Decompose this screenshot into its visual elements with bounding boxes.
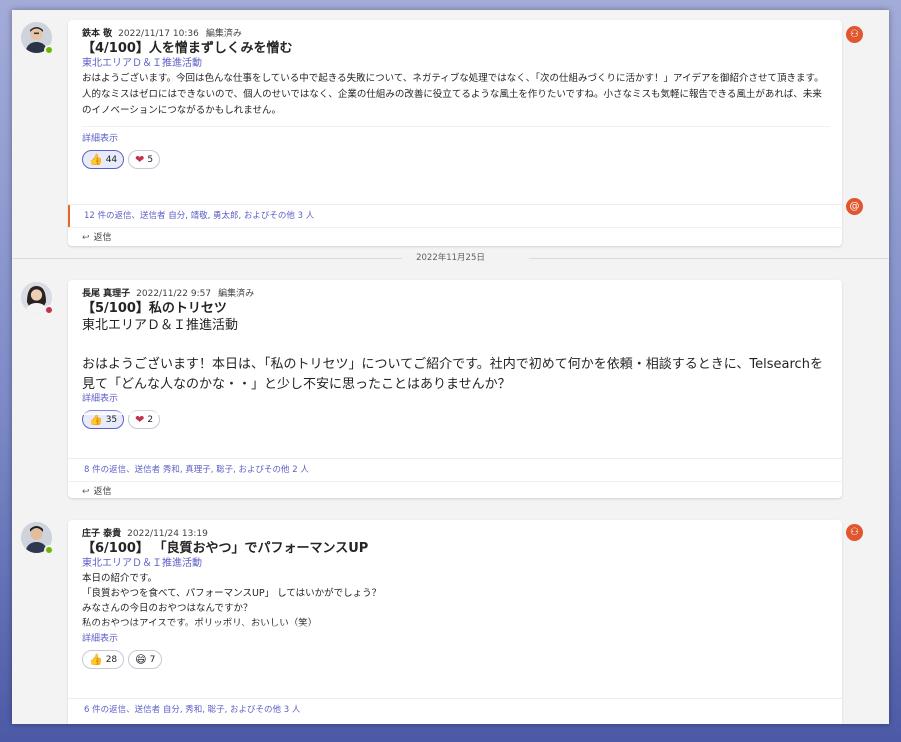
message-body: おはようございます！本日は、「私のトリセツ」についてご紹介です。社内で初めて何か…	[82, 357, 823, 392]
reaction-count: 35	[105, 414, 118, 425]
message-title: 【6/100】 「良質おやつ」でパフォーマンスUP	[82, 541, 369, 556]
reaction-count: 5	[147, 154, 154, 165]
channel-post: 鉄本 敬 2022/11/17 10:36 編集済み 【4/100】人を憎まずしくみ…	[12, 10, 889, 250]
reply-button[interactable]: ↩ 返信	[68, 227, 842, 246]
reaction-like[interactable]: 👍 28	[82, 650, 125, 669]
reply-label: 返信	[93, 233, 112, 243]
see-more-link[interactable]: 詳細表示	[82, 633, 828, 646]
reply-button[interactable]: ↩ 返信	[68, 481, 842, 498]
edited-label: 編集済み	[205, 29, 242, 39]
reaction-count: 2	[147, 414, 154, 425]
reaction-count: 28	[105, 654, 118, 665]
heart-icon: ❤	[135, 413, 145, 426]
tag-mention[interactable]: 東北エリアＤ＆Ｉ推進活動	[82, 57, 828, 71]
author-name[interactable]: 鉄本 敬	[82, 29, 112, 39]
replies-summary[interactable]: 12 件の返信、送信者 自分, 靖敬, 勇太郎, およびその他 3 人	[68, 205, 842, 227]
message-card[interactable]: 庄子 泰貴 2022/11/24 13:19 【6/100】 「良質おやつ」でパフ…	[68, 520, 842, 724]
thread-footer: 12 件の返信、送信者 自分, 靖敬, 勇太郎, およびその他 3 人 ↩ 返信	[68, 204, 842, 246]
replies-summary[interactable]: 6 件の返信、送信者 自分, 秀和, 聡子, およびその他 3 人	[68, 699, 842, 721]
presence-busy-icon	[44, 305, 54, 315]
reaction-count: 44	[105, 154, 118, 165]
reactions-bar: 👍 44 ❤ 5	[82, 150, 828, 169]
message-body-preview: 本日の紹介です。 「良質おやつを食べて、パフォーマンスUP」 してはいかがでしょ…	[82, 571, 828, 629]
channel-post: 庄子 泰貴 2022/11/24 13:19 【6/100】 「良質おやつ」でパフ…	[12, 510, 889, 724]
presence-available-icon	[44, 45, 54, 55]
message-body-line: 本日の紹介です。	[82, 573, 158, 584]
reaction-count: 7	[149, 654, 156, 665]
message-subtitle: 東北エリアＤ＆Ｉ推進活動	[82, 318, 239, 333]
thumbs-up-icon: 👍	[89, 153, 103, 166]
channel-post: 長尾 真理子 2022/11/22 9:57 編集済み 【5/100】私のトリセツ …	[12, 268, 889, 500]
author-name[interactable]: 庄子 泰貴	[82, 529, 121, 539]
at-mention-icon: @	[846, 198, 863, 215]
reply-label: 返信	[93, 487, 112, 497]
thread-footer: 6 件の返信、送信者 自分, 秀和, 聡子, およびその他 3 人	[68, 698, 842, 721]
message-body: おはようございます。今回は色んな仕事をしている中で起きる失敗について、ネガティブ…	[82, 73, 824, 116]
body-fade	[82, 409, 828, 415]
thumbs-up-icon: 👍	[89, 653, 103, 666]
reaction-like[interactable]: 👍 44	[82, 150, 125, 169]
reply-arrow-icon: ↩	[82, 487, 90, 497]
reactions-bar: 👍 28 😄 7	[82, 650, 828, 669]
message-card[interactable]: 鉄本 敬 2022/11/17 10:36 編集済み 【4/100】人を憎まずしくみ…	[68, 20, 842, 246]
message-title: 【4/100】人を憎まずしくみを憎む	[82, 41, 293, 56]
message-card[interactable]: 長尾 真理子 2022/11/22 9:57 編集済み 【5/100】私のトリセツ …	[68, 280, 842, 498]
message-meta: 長尾 真理子 2022/11/22 9:57 編集済み	[82, 288, 828, 300]
chat-channel: 鉄本 敬 2022/11/17 10:36 編集済み 【4/100】人を憎まずしくみ…	[12, 10, 889, 724]
body-fade	[82, 623, 828, 629]
date-separator: 2022年11月25日	[12, 250, 889, 266]
reaction-heart[interactable]: ❤ 5	[128, 150, 161, 169]
replies-summary[interactable]: 8 件の返信、送信者 秀和, 真理子, 聡子, およびその他 2 人	[68, 459, 842, 481]
timestamp: 2022/11/24 13:19	[127, 529, 208, 539]
message-title: 【5/100】私のトリセツ	[82, 301, 227, 316]
grinning-face-icon: 😄	[135, 653, 147, 666]
presence-available-icon	[44, 545, 54, 555]
message-meta: 鉄本 敬 2022/11/17 10:36 編集済み	[82, 28, 828, 40]
reaction-laugh[interactable]: 😄 7	[128, 650, 163, 669]
see-more-link[interactable]: 詳細表示	[82, 393, 828, 406]
thumbs-up-icon: 👍	[89, 413, 103, 426]
edited-label: 編集済み	[218, 289, 255, 299]
group-mention-icon: ⚇	[846, 524, 863, 541]
message-body-preview: おはようございます！本日は、「私のトリセツ」についてご紹介です。社内で初めて何か…	[82, 355, 828, 415]
message-body-line: みなさんの今日のおやつはなんですか？	[82, 603, 253, 614]
heart-icon: ❤	[135, 153, 145, 166]
thread-footer: 8 件の返信、送信者 秀和, 真理子, 聡子, およびその他 2 人 ↩ 返信	[68, 458, 842, 498]
timestamp: 2022/11/22 9:57	[136, 289, 212, 299]
author-name[interactable]: 長尾 真理子	[82, 289, 130, 299]
reply-arrow-icon: ↩	[82, 233, 90, 243]
tag-mention[interactable]: 東北エリアＤ＆Ｉ推進活動	[82, 557, 828, 571]
see-more-link[interactable]: 詳細表示	[82, 133, 828, 146]
message-body-line: 「良質おやつを食べて、パフォーマンスUP」 してはいかがでしょう？	[82, 588, 382, 599]
timestamp: 2022/11/17 10:36	[118, 29, 199, 39]
message-meta: 庄子 泰貴 2022/11/24 13:19	[82, 528, 828, 540]
group-mention-icon: ⚇	[846, 26, 863, 43]
